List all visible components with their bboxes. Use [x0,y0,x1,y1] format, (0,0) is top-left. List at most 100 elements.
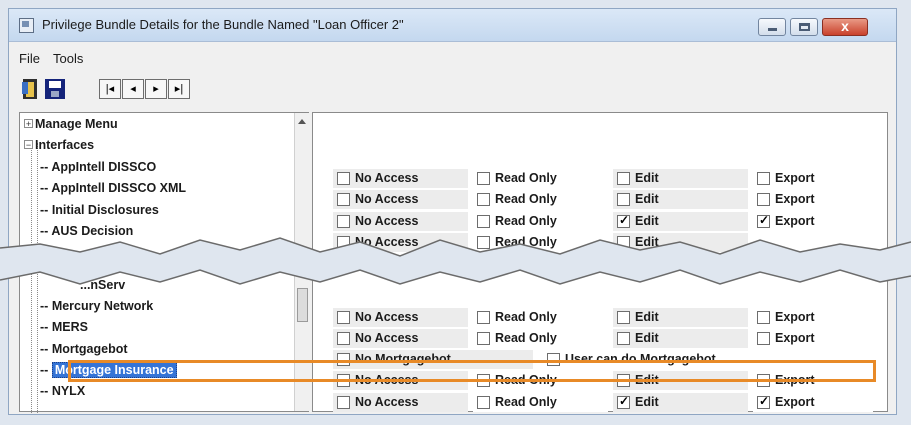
permission-checkbox[interactable] [337,332,350,345]
permission-cell[interactable]: No Access [333,308,468,327]
permission-label: No Access [355,395,419,409]
permission-cell[interactable]: Edit [613,329,748,348]
permission-checkbox[interactable] [757,332,770,345]
permission-checkbox[interactable] [337,215,350,228]
permission-checkbox[interactable] [337,193,350,206]
permission-checkbox[interactable] [757,311,770,324]
minimize-icon [768,28,777,31]
scroll-up-arrow-icon[interactable] [298,119,306,124]
tree-node-aus-decision[interactable]: -- AUS Decision [40,224,133,245]
close-icon: x [841,18,849,34]
permission-cell[interactable]: No Access [333,233,468,252]
collapse-icon[interactable]: − [24,140,33,150]
expand-icon[interactable]: + [24,119,33,129]
permission-cell[interactable]: No Access [333,393,468,412]
tree-node-interfaces[interactable]: − Interfaces [24,138,94,159]
permission-cell[interactable]: Read Only [473,393,608,412]
permission-checkbox[interactable] [477,236,490,249]
app-window-icon [19,18,34,33]
scrollbar-thumb[interactable] [297,288,308,322]
permission-checkbox[interactable] [757,394,770,409]
next-record-button[interactable]: ▸ [145,79,167,99]
permission-checkbox[interactable] [617,193,630,206]
permission-checkbox[interactable] [757,213,770,228]
permission-checkbox[interactable] [477,396,490,409]
permission-cell[interactable]: Read Only [473,169,608,188]
permission-checkbox[interactable] [477,332,490,345]
tree-node-label: NYLX [51,384,86,398]
permission-checkbox[interactable] [477,193,490,206]
permission-cell[interactable]: Edit [613,190,748,209]
tree-node-label: Manage Menu [35,117,118,131]
permission-cell[interactable]: Read Only [473,329,608,348]
maximize-button[interactable] [790,18,818,36]
permission-cell[interactable]: Edit [613,233,748,252]
previous-record-button[interactable]: ◂ [122,79,144,99]
permission-label: Read Only [495,331,557,345]
permission-checkbox[interactable] [337,236,350,249]
menu-tools[interactable]: Tools [53,51,83,66]
window-title: Privilege Bundle Details for the Bundle … [42,17,404,32]
permission-checkbox[interactable] [617,213,630,228]
minimize-button[interactable] [758,18,786,36]
permission-label: Export [775,395,815,409]
tree-node-label: Mercury Network [51,299,154,313]
permission-label: Read Only [495,214,557,228]
permission-cell[interactable]: Export [753,308,873,327]
save-icon[interactable] [43,77,67,101]
permission-checkbox[interactable] [337,396,350,409]
permission-label: Edit [635,310,659,324]
permission-cell[interactable]: Read Only [473,212,608,231]
permission-checkbox[interactable] [757,193,770,206]
tree-node-mers[interactable]: -- MERS [40,320,88,341]
permission-label: Export [775,192,815,206]
tree-node-nylx[interactable]: -- NYLX [40,384,85,405]
permission-cell[interactable]: Export [753,393,873,412]
menu-file[interactable]: File [19,51,40,66]
permission-label: Export [775,331,815,345]
permission-cell[interactable]: No Access [333,169,468,188]
tree-node-initial-disclosures[interactable]: -- Initial Disclosures [40,203,159,224]
first-record-button[interactable]: |◂ [99,79,121,99]
permission-checkbox[interactable] [617,172,630,185]
permission-cell[interactable]: Read Only [473,308,608,327]
permission-checkbox[interactable] [477,311,490,324]
permission-checkbox[interactable] [757,172,770,185]
permission-cell[interactable]: Read Only [473,233,608,252]
permission-checkbox[interactable] [617,394,630,409]
tree-node-partial[interactable]: ...nServ [80,278,125,299]
permission-cell[interactable]: Export [753,212,873,231]
permission-cell[interactable]: Export [753,169,873,188]
permission-cell[interactable]: No Access [333,190,468,209]
tree-node-appintell-dissco-xml[interactable]: -- AppIntell DISSCO XML [40,181,186,202]
permission-label: No Access [355,192,419,206]
tree-node-mercury-network[interactable]: -- Mercury Network [40,299,153,320]
permission-cell[interactable]: Export [753,329,873,348]
permission-checkbox[interactable] [477,172,490,185]
highlight-box [68,360,876,382]
permission-label: No Access [355,331,419,345]
permission-checkbox[interactable] [337,172,350,185]
permission-cell[interactable]: Edit [613,308,748,327]
title-bar: Privilege Bundle Details for the Bundle … [9,9,896,42]
permission-label: No Access [355,310,419,324]
last-record-button[interactable]: ▸| [168,79,190,99]
permission-checkbox[interactable] [337,311,350,324]
permission-cell[interactable]: No Access [333,329,468,348]
tree-node-manage-menu[interactable]: + Manage Menu [24,117,118,138]
close-button[interactable]: x [822,18,868,36]
permission-checkbox[interactable] [617,236,630,249]
permission-cell[interactable]: No Access [333,212,468,231]
permission-cell[interactable]: Export [753,190,873,209]
permission-checkbox[interactable] [617,311,630,324]
permission-checkbox[interactable] [617,332,630,345]
permission-cell[interactable]: Edit [613,393,748,412]
permission-cell[interactable]: Read Only [473,190,608,209]
permission-checkbox[interactable] [477,215,490,228]
permission-label: Read Only [495,235,557,249]
permission-cell[interactable]: Edit [613,212,748,231]
tree-node-label: MERS [51,320,88,334]
tree-node-appintell-dissco[interactable]: -- AppIntell DISSCO [40,160,156,181]
permission-cell[interactable]: Edit [613,169,748,188]
exit-icon[interactable] [19,77,43,101]
